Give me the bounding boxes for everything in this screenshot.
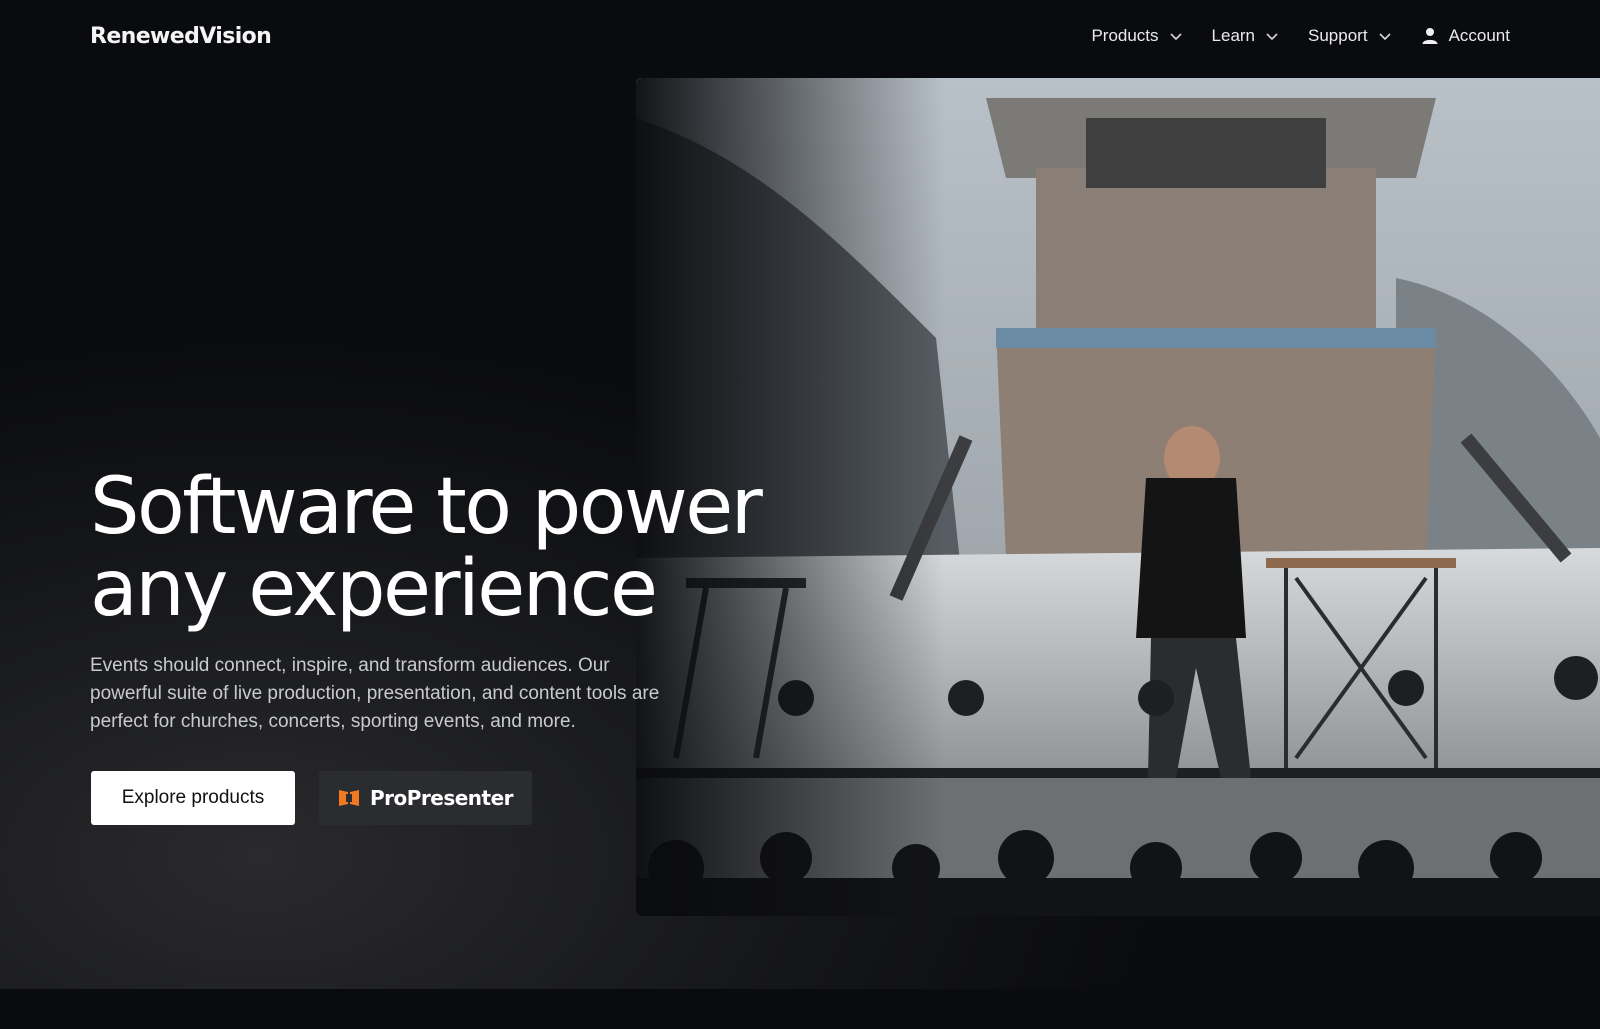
nav-item-label: Learn — [1211, 26, 1256, 45]
nav-item-label: Support — [1308, 26, 1368, 45]
hero-section: Software to power any experience Events … — [0, 78, 1600, 989]
chevron-down-icon — [1378, 33, 1391, 41]
nav-item-products[interactable]: Products — [1091, 26, 1182, 46]
propresenter-logo-icon — [338, 790, 359, 806]
propresenter-label: ProPresenter — [369, 786, 514, 810]
hero-subtext: Events should connect, inspire, and tran… — [90, 655, 660, 732]
chevron-down-icon — [1266, 33, 1278, 41]
user-icon — [1422, 28, 1438, 44]
account-label: Account — [1448, 26, 1510, 45]
nav-item-learn[interactable]: Learn — [1212, 26, 1279, 46]
next-section-edge — [0, 989, 1600, 1029]
headline-line-1: Software to power — [90, 462, 763, 552]
nav-item-support[interactable]: Support — [1308, 26, 1392, 46]
chevron-down-icon — [1169, 33, 1182, 41]
nav-menu: Products Learn Support Account — [1091, 26, 1510, 46]
renewedvision-logo[interactable]: RenewedVision — [90, 24, 272, 49]
top-nav: RenewedVision Products Learn Support Acc… — [0, 0, 1600, 78]
nav-item-label: Products — [1091, 26, 1159, 45]
propresenter-button[interactable]: ProPresenter — [319, 771, 532, 825]
headline-line-2: any experience — [90, 544, 658, 634]
explore-products-button[interactable]: Explore products — [91, 771, 295, 825]
hero-headline: Software to power any experience — [90, 466, 790, 630]
nav-item-account[interactable]: Account — [1421, 26, 1510, 46]
